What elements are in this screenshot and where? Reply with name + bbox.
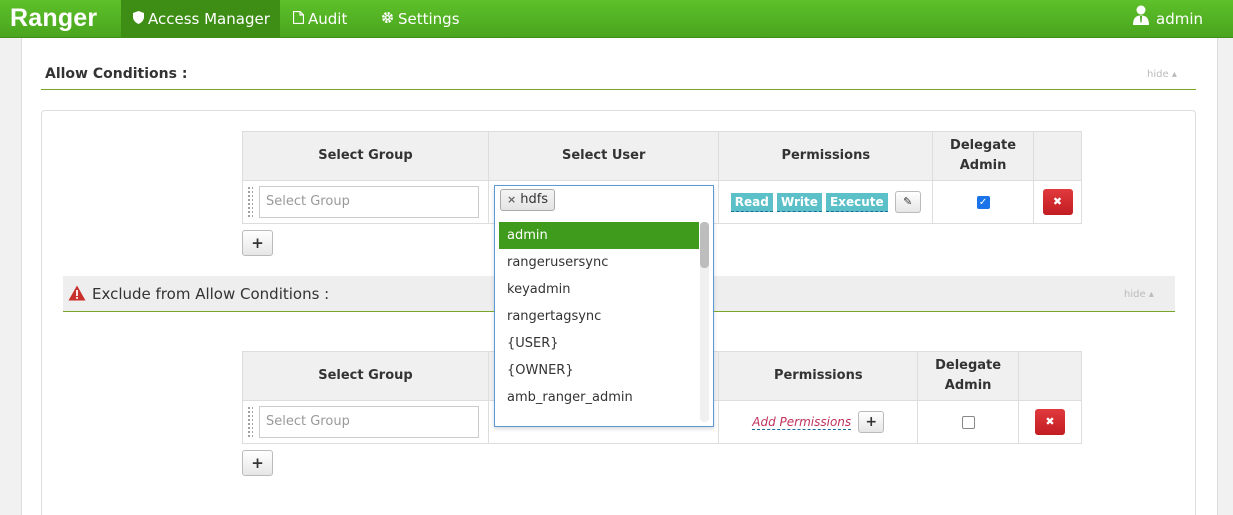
col-actions — [1033, 131, 1082, 181]
drag-handle-icon[interactable] — [247, 186, 253, 218]
col-select-user: Select User — [487, 131, 720, 181]
permissions-cell: Read Write Execute ✎ — [718, 180, 934, 224]
col-select-group: Select Group — [242, 351, 489, 401]
caret-up-icon: ▴ — [1148, 289, 1154, 300]
permission-tag[interactable]: Read — [730, 192, 773, 212]
dropdown-option[interactable]: rangerusersync — [499, 249, 699, 276]
delete-cell: ✖ — [1018, 400, 1082, 444]
permissions-cell: Add Permissions + — [718, 400, 919, 444]
select-group-input[interactable]: Select Group — [259, 406, 479, 438]
delegate-admin-checkbox[interactable]: ✓ — [976, 195, 990, 209]
allow-conditions-title: Allow Conditions : — [45, 66, 188, 82]
pencil-icon: ✎ — [903, 195, 913, 208]
gear-icon — [381, 2, 394, 40]
user-menu[interactable]: admin — [1132, 0, 1203, 38]
selected-user-chip: × hdfs — [500, 189, 556, 211]
dropdown-scrollbar[interactable] — [700, 222, 709, 422]
delete-row-button[interactable]: ✖ — [1035, 409, 1066, 435]
remove-chip-icon[interactable]: × — [507, 193, 516, 206]
select-user-input[interactable]: × hdfs admin rangerusersync keyadmin rang… — [494, 185, 714, 427]
selected-user-label: hdfs — [520, 192, 549, 207]
col-permissions: Permissions — [718, 131, 934, 181]
allow-divider — [41, 89, 1196, 90]
add-allow-row-button[interactable]: + — [242, 230, 273, 256]
nav-audit-label: Audit — [308, 10, 348, 28]
nav-settings-label: Settings — [398, 10, 460, 28]
exclude-conditions-title: Exclude from Allow Conditions : — [92, 285, 330, 303]
dropdown-option[interactable]: amb_ranger_admin — [499, 384, 699, 411]
user-name: admin — [1156, 10, 1203, 28]
plus-icon: + — [251, 454, 264, 472]
permission-tag[interactable]: Write — [776, 192, 822, 212]
add-permissions-link[interactable]: Add Permissions — [752, 414, 852, 430]
delegate-cell — [917, 400, 1020, 444]
exclude-hide-link[interactable]: hide ▴ — [1124, 289, 1154, 300]
drag-handle-icon[interactable] — [247, 406, 253, 438]
dropdown-option[interactable]: {USER} — [499, 330, 699, 357]
exclude-hide-label: hide — [1124, 289, 1146, 300]
close-icon: ✖ — [1052, 195, 1063, 208]
dropdown-option[interactable]: {OWNER} — [499, 357, 699, 384]
delegate-admin-checkbox[interactable] — [961, 415, 975, 429]
permission-tag[interactable]: Execute — [826, 192, 888, 212]
allow-hide-label: hide — [1147, 69, 1169, 80]
brand-logo[interactable]: Ranger — [10, 4, 97, 33]
plus-icon: + — [865, 414, 878, 430]
delegate-cell: ✓ — [932, 180, 1034, 224]
close-icon: ✖ — [1045, 415, 1055, 428]
nav-access-manager[interactable]: Access Manager — [121, 0, 280, 38]
col-delegate-admin: Delegate Admin — [917, 351, 1020, 401]
plus-icon: + — [251, 234, 264, 252]
nav-audit[interactable]: Audit — [292, 0, 348, 40]
allow-hide-link[interactable]: hide ▴ — [1147, 69, 1177, 80]
edit-permissions-button[interactable]: ✎ — [894, 191, 921, 213]
delete-cell: ✖ — [1033, 180, 1082, 224]
dropdown-option[interactable]: keyadmin — [499, 276, 699, 303]
scrollbar-thumb[interactable] — [700, 222, 709, 268]
col-select-group: Select Group — [242, 131, 489, 181]
file-icon — [292, 2, 305, 40]
delete-row-button[interactable]: ✖ — [1042, 189, 1073, 215]
col-actions — [1018, 351, 1082, 401]
col-delegate-admin: Delegate Admin — [932, 131, 1034, 181]
user-dropdown-list: admin rangerusersync keyadmin rangertags… — [499, 222, 711, 425]
group-cell: Select Group — [242, 180, 489, 224]
warning-icon — [68, 285, 86, 301]
caret-up-icon: ▴ — [1171, 69, 1177, 80]
add-permissions-button[interactable]: + — [858, 411, 885, 433]
dropdown-option[interactable]: rangertagsync — [499, 303, 699, 330]
nav-access-manager-label: Access Manager — [148, 10, 270, 28]
col-permissions: Permissions — [718, 351, 919, 401]
user-icon — [1132, 1, 1150, 39]
dropdown-option[interactable]: admin — [499, 222, 699, 249]
top-navbar: Ranger Access Manager Audit Settings adm… — [0, 0, 1233, 38]
nav-settings[interactable]: Settings — [381, 0, 460, 38]
shield-icon — [133, 2, 144, 40]
group-cell: Select Group — [242, 400, 489, 444]
select-group-input[interactable]: Select Group — [259, 186, 479, 218]
add-exclude-row-button[interactable]: + — [242, 450, 273, 476]
